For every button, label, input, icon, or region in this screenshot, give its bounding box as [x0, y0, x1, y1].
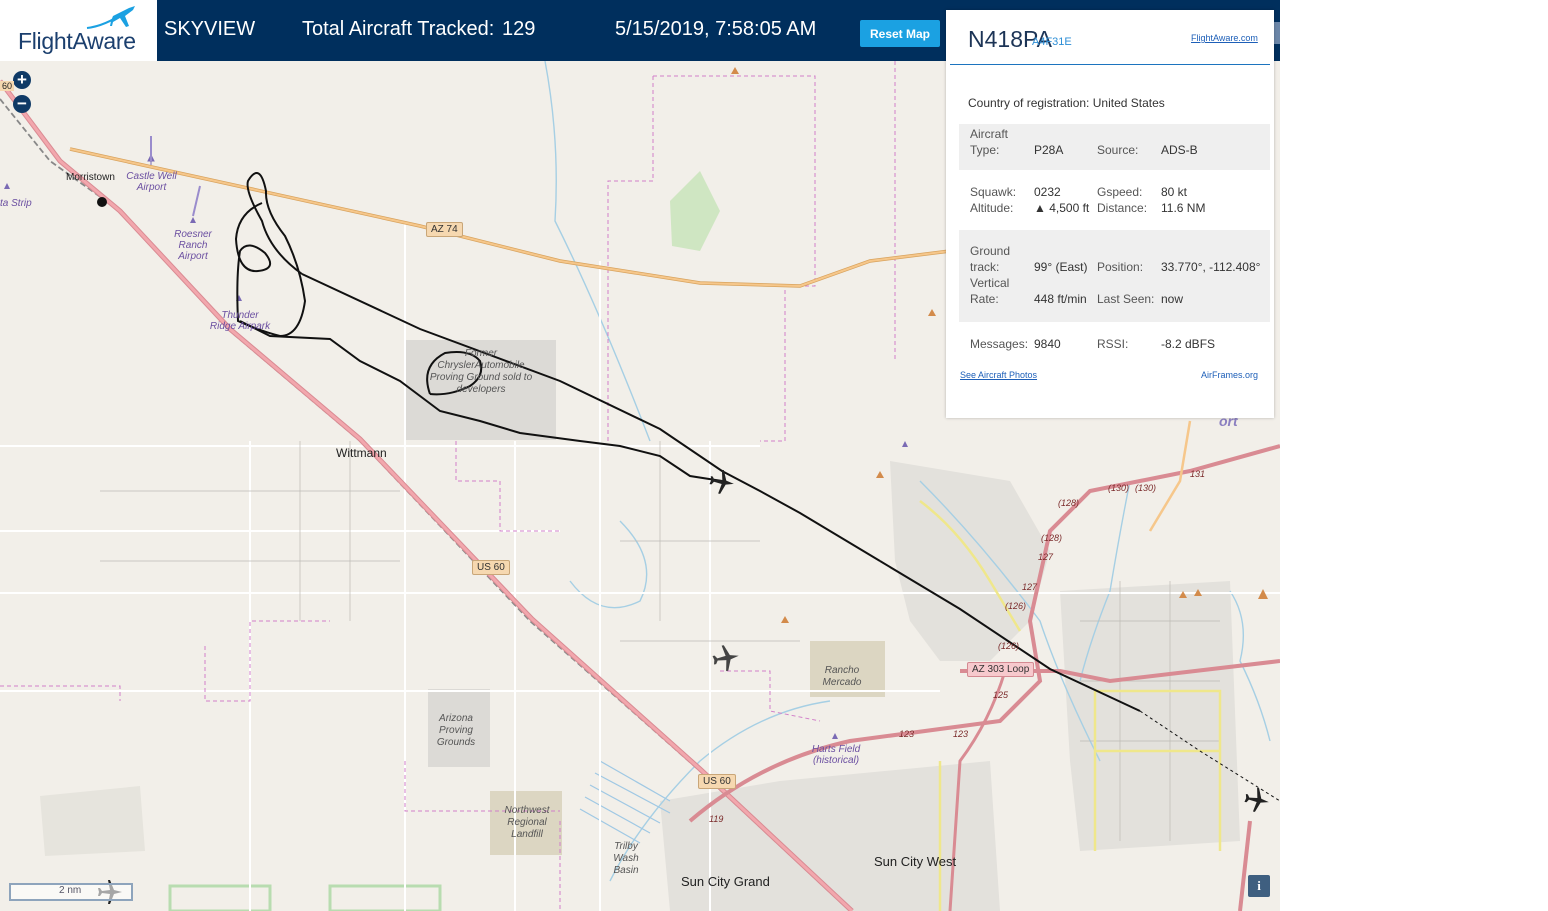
road-shield-us60: US 60	[472, 560, 510, 575]
squawk-value: 0232	[1034, 185, 1061, 199]
altitude-value: ▲ 4,500 ft	[1034, 201, 1090, 215]
area-label-chrysler: Former ChryslerAutomobile Proving Ground…	[429, 348, 533, 395]
area-label-trilby: Trilby Wash Basin	[613, 841, 639, 876]
flightaware-logo[interactable]: FlightAware	[0, 0, 157, 61]
logo-wordmark: FlightAware	[18, 28, 136, 54]
airport-label-roesner: Roesner Ranch Airport	[174, 229, 212, 262]
total-aircraft-label: Total Aircraft Tracked:	[302, 18, 495, 40]
position-label: Position:	[1097, 260, 1144, 274]
zoom-in-button[interactable]: +	[13, 71, 31, 89]
skyview-app: FlightAware SKYVIEW Total Aircraft Track…	[0, 0, 1280, 911]
aircraft-hex-code: A4F31E	[1032, 36, 1072, 48]
park-outline-1	[168, 884, 272, 911]
road-number: 123	[953, 729, 969, 739]
track-section: Ground track: 99° (East) Position: 33.77…	[959, 230, 1270, 322]
urban-area-east	[1060, 581, 1240, 851]
country-row: Country of registration: United States	[968, 96, 1165, 110]
squawk-section: Squawk: 0232 Gspeed: 80 kt Altitude: ▲ 4…	[959, 182, 1270, 222]
road-shield-az74: AZ 74	[426, 222, 463, 237]
place-morristown: Morristown	[66, 172, 115, 183]
aircraft-type-value: P28A	[1034, 143, 1064, 157]
altitude-label: Altitude:	[970, 201, 1014, 215]
rssi-value: -8.2 dBFS	[1161, 337, 1216, 351]
squawk-label: Squawk:	[970, 185, 1017, 199]
road-number: (126)	[1005, 601, 1027, 611]
aircraft-type-label: Aircraft Type:	[970, 127, 1009, 157]
country-value: United States	[1092, 96, 1165, 110]
road-number: (128)	[1041, 533, 1063, 543]
red-road-southeast	[1238, 820, 1252, 911]
selected-aircraft-icon[interactable]	[709, 469, 735, 495]
park-area	[670, 171, 720, 251]
airframes-link[interactable]: AirFrames.org	[1201, 370, 1258, 380]
last-seen-value: now	[1161, 292, 1184, 306]
park-outline-2	[328, 884, 442, 911]
position-value: 33.770°, -112.408°	[1161, 260, 1261, 274]
road-number: (126)	[998, 641, 1020, 651]
app-title: SKYVIEW	[164, 18, 256, 40]
airport-label-thunder-ridge: Thunder Ridge Airpark	[209, 310, 271, 332]
area-label-landfill: Northwest Regional Landfill	[504, 805, 550, 840]
road-number: 119	[709, 814, 724, 824]
urban-area-southwest	[40, 786, 145, 856]
distance-value: 11.6 NM	[1161, 201, 1206, 215]
messages-section: Messages: 9840 RSSI: -8.2 dBFS	[959, 334, 1270, 356]
urban-area-northeast	[890, 461, 1050, 661]
road-number: 123	[899, 729, 915, 739]
messages-value: 9840	[1034, 337, 1061, 351]
road-shield-az303: AZ 303 Loop	[967, 662, 1035, 677]
road-number: 127	[1038, 552, 1054, 562]
vertical-rate-label: Vertical Rate:	[970, 276, 1010, 306]
place-sun-city-grand: Sun City Grand	[681, 874, 770, 889]
flight-track-upper	[301, 273, 881, 562]
flightaware-link[interactable]: FlightAware.com	[1191, 33, 1258, 43]
airport-label-harts-field: Harts Field (historical)	[811, 744, 861, 766]
scale-bar: 2 nm	[9, 883, 133, 901]
sidebar-toggle-tab[interactable]	[1273, 22, 1280, 44]
road-number: (128)	[1058, 498, 1080, 508]
reset-map-button[interactable]: Reset Map	[860, 20, 940, 47]
gspeed-label: Gspeed:	[1097, 185, 1143, 199]
total-aircraft-count: 129	[502, 18, 536, 40]
road-number: (130)	[1135, 483, 1157, 493]
country-label: Country of registration:	[968, 96, 1090, 110]
trilby-wash-basin-area	[579, 760, 671, 844]
distance-label: Distance:	[1097, 201, 1148, 215]
airport-label-castle-well: Castle Well Airport	[126, 171, 177, 193]
timestamp: 5/15/2019, 7:58:05 AM	[615, 18, 817, 40]
messages-label: Messages:	[970, 337, 1029, 351]
street-grid-detail	[100, 441, 1220, 841]
road-label-60: 60	[0, 81, 15, 91]
aircraft-photos-link[interactable]: See Aircraft Photos	[960, 370, 1037, 380]
scale-label: 2 nm	[59, 885, 82, 896]
road-number: (130)	[1108, 483, 1130, 493]
road-shield-us60: US 60	[698, 774, 736, 789]
last-seen-label: Last Seen:	[1097, 292, 1155, 306]
panel-divider	[950, 64, 1270, 65]
aircraft-icon[interactable]	[1244, 787, 1270, 813]
place-wittmann: Wittmann	[336, 446, 387, 460]
ground-track-label: Ground track:	[970, 244, 1011, 274]
source-label: Source:	[1097, 143, 1139, 157]
az74-road	[69, 148, 951, 288]
road-number: 131	[1190, 469, 1206, 479]
vertical-rate-value: 448 ft/min	[1034, 292, 1087, 306]
aircraft-icon[interactable]	[712, 644, 740, 672]
info-button[interactable]: i	[1248, 875, 1270, 897]
az74-road-casing	[69, 147, 951, 288]
place-sun-city-west: Sun City West	[874, 854, 957, 869]
rssi-label: RSSI:	[1097, 337, 1129, 351]
morristown-marker	[97, 197, 107, 207]
road-number: 127	[1022, 582, 1038, 592]
area-label-rancho-mercado: Rancho Mercado	[822, 665, 862, 688]
gspeed-value: 80 kt	[1161, 185, 1188, 199]
area-label-arizona-proving: Arizona Proving Grounds	[436, 713, 476, 748]
airport-label-strip: ta Strip	[0, 198, 32, 209]
source-value: ADS-B	[1161, 143, 1198, 157]
aircraft-type-section: Aircraft Type: P28A Source: ADS-B	[959, 124, 1270, 170]
ground-track-value: 99° (East)	[1034, 260, 1088, 274]
aircraft-detail-panel: N418PA A4F31E FlightAware.com Country of…	[946, 10, 1274, 418]
road-number: 125	[993, 690, 1009, 700]
zoom-out-button[interactable]: −	[13, 95, 31, 113]
